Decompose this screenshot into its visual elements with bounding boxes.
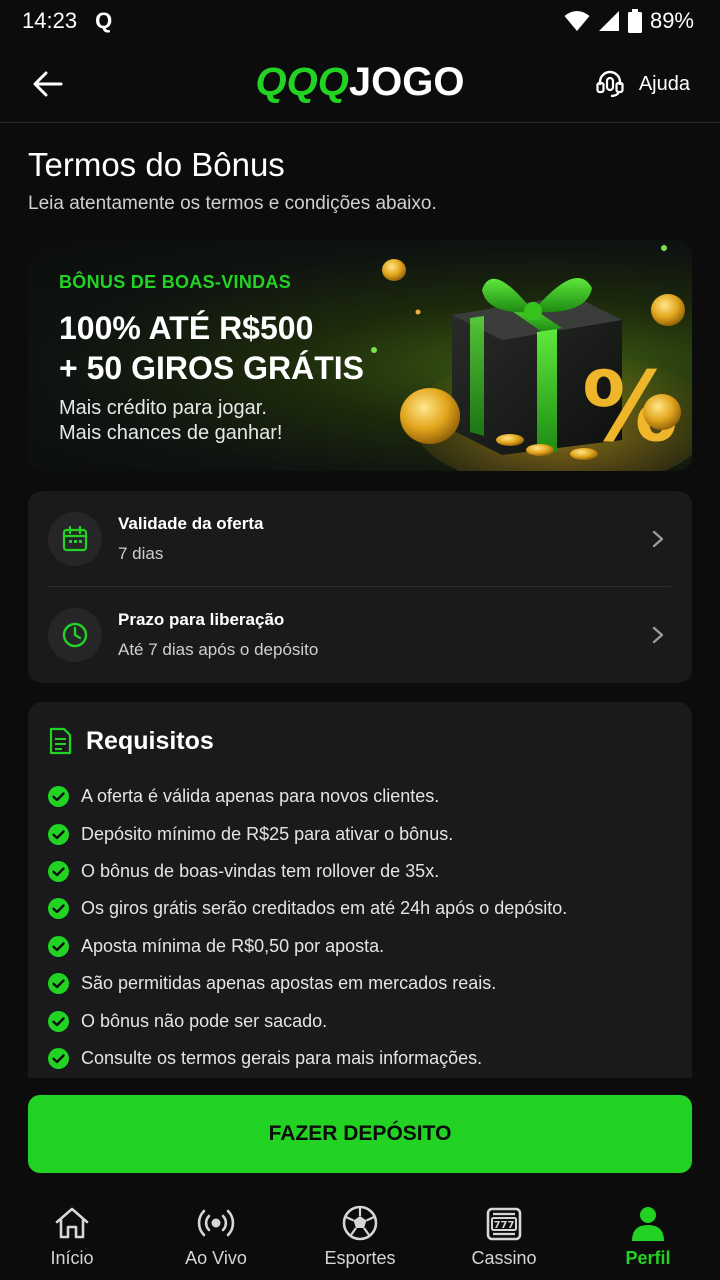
document-icon [49, 727, 72, 755]
nav-item-sports[interactable]: Esportes [288, 1190, 432, 1280]
check-circle-icon [48, 860, 69, 882]
check-circle-icon [48, 973, 69, 995]
list-item: O bônus não pode ser sacado. [48, 1002, 567, 1039]
list-item: Depósito mínimo de R$25 para ativar o bô… [48, 815, 567, 852]
signal-icon [598, 11, 619, 31]
app-logo[interactable]: QQQ JOGO [256, 60, 465, 105]
list-item: São permitidas apenas apostas em mercado… [48, 965, 567, 1002]
list-item: O bônus de boas-vindas tem rollover de 3… [48, 853, 567, 890]
requirement-text: Aposta mínima de R$0,50 por aposta. [81, 935, 385, 956]
logo-part-white: JOGO [348, 59, 465, 104]
banner-kicker: BÔNUS DE BOAS-VINDAS [59, 272, 292, 292]
check-circle-icon [48, 935, 69, 957]
banner-description: Mais crédito para jogar. Mais chances de… [59, 396, 282, 446]
banner-desc-line2: Mais chances de ganhar! [59, 422, 283, 444]
info-row-release[interactable]: Prazo para liberação Até 7 dias após o d… [28, 587, 692, 683]
svg-text:777: 777 [494, 1220, 515, 1231]
requirement-text: O bônus não pode ser sacado. [81, 1010, 328, 1031]
chevron-right-icon [652, 530, 664, 548]
gift-box-illustration: % [371, 245, 692, 471]
list-item: Consulte os termos gerais para mais info… [48, 1040, 567, 1077]
bonus-banner[interactable]: % BÔNUS DE BOAS-VINDAS 100% ATÉ R$500 + … [28, 240, 692, 471]
nav-label: Esportes [324, 1248, 396, 1268]
requirements-title: Requisitos [86, 726, 214, 755]
info-icon-circle [48, 512, 102, 566]
banner-headline-line1: 100% ATÉ R$500 [59, 310, 314, 346]
slot-machine-icon: 777 [483, 1202, 525, 1244]
info-title: Validade da oferta [118, 514, 264, 533]
requirements-card: Requisitos A oferta é válida apenas para… [28, 702, 692, 1078]
page-subtitle: Leia atentamente os termos e condições a… [28, 193, 437, 214]
nav-item-casino[interactable]: 777 Cassino [432, 1190, 576, 1280]
status-right: 89% [564, 8, 694, 34]
nav-label: Cassino [471, 1248, 537, 1268]
nav-item-home[interactable]: Início [0, 1190, 144, 1280]
banner-desc-line1: Mais crédito para jogar. [59, 397, 267, 419]
info-text-validity: Validade da oferta 7 dias [118, 514, 264, 564]
check-circle-icon [48, 823, 69, 845]
home-icon [51, 1202, 93, 1244]
nav-item-live[interactable]: Ao Vivo [144, 1190, 288, 1280]
requirement-text: A oferta é válida apenas para novos clie… [81, 786, 440, 807]
status-bar: 14:23 Q 89% [0, 0, 720, 42]
arrow-left-icon [33, 71, 63, 97]
requirement-text: São permitidas apenas apostas em mercado… [81, 973, 497, 994]
notification-q-icon: Q [95, 8, 113, 33]
check-circle-icon [48, 898, 69, 920]
logo-part-green: QQQ [255, 59, 349, 104]
info-row-validity[interactable]: Validade da oferta 7 dias [28, 491, 692, 587]
clock-icon [62, 622, 88, 648]
status-time: 14:23 [22, 8, 78, 33]
check-circle-icon [48, 1047, 69, 1069]
banner-headline: 100% ATÉ R$500 + 50 GIROS GRÁTIS [59, 308, 364, 388]
bottom-nav: Início Ao Vivo Esportes 777 Cassino Perf… [0, 1190, 720, 1280]
help-label: Ajuda [638, 72, 690, 95]
page-title: Termos do Bônus [28, 146, 285, 183]
info-value: Até 7 dias após o depósito [118, 640, 319, 659]
wifi-icon [564, 11, 590, 31]
user-icon [627, 1202, 669, 1244]
headset-icon [596, 70, 624, 98]
requirement-text: O bônus de boas-vindas tem rollover de 3… [81, 860, 440, 881]
nav-label: Início [50, 1248, 94, 1268]
info-text-release: Prazo para liberação Até 7 dias após o d… [118, 610, 318, 660]
list-item: Aposta mínima de R$0,50 por aposta. [48, 928, 567, 965]
info-icon-circle [48, 608, 102, 662]
requirement-text: Os giros grátis serão creditados em até … [81, 898, 568, 919]
soccer-ball-icon [339, 1202, 381, 1244]
requirement-text: Depósito mínimo de R$25 para ativar o bô… [81, 823, 454, 844]
nav-label: Ao Vivo [185, 1248, 247, 1268]
check-circle-icon [48, 786, 69, 808]
app-header: QQQ JOGO Ajuda [0, 42, 720, 123]
battery-icon [627, 9, 642, 33]
calendar-icon [62, 525, 88, 552]
live-broadcast-icon [195, 1202, 237, 1244]
info-title: Prazo para liberação [118, 610, 285, 629]
check-circle-icon [48, 1010, 69, 1032]
back-button[interactable] [30, 66, 66, 102]
help-button[interactable]: Ajuda [595, 66, 690, 102]
list-item: A oferta é válida apenas para novos clie… [48, 778, 567, 815]
offer-info-card: Validade da oferta 7 dias Prazo para lib… [28, 491, 692, 683]
nav-label: Perfil [625, 1248, 671, 1268]
nav-item-profile[interactable]: Perfil [576, 1190, 720, 1280]
battery-percent: 89% [649, 8, 694, 33]
chevron-right-icon [652, 626, 664, 644]
requirements-header: Requisitos [48, 726, 214, 756]
requirement-text: Consulte os termos gerais para mais info… [81, 1047, 483, 1068]
requirements-list: A oferta é válida apenas para novos clie… [48, 778, 567, 1077]
status-left: 14:23 Q [22, 8, 112, 34]
info-value: 7 dias [118, 544, 164, 563]
make-deposit-button[interactable]: FAZER DEPÓSITO [28, 1095, 692, 1173]
list-item: Os giros grátis serão creditados em até … [48, 890, 567, 927]
banner-headline-line2: + 50 GIROS GRÁTIS [59, 350, 364, 386]
